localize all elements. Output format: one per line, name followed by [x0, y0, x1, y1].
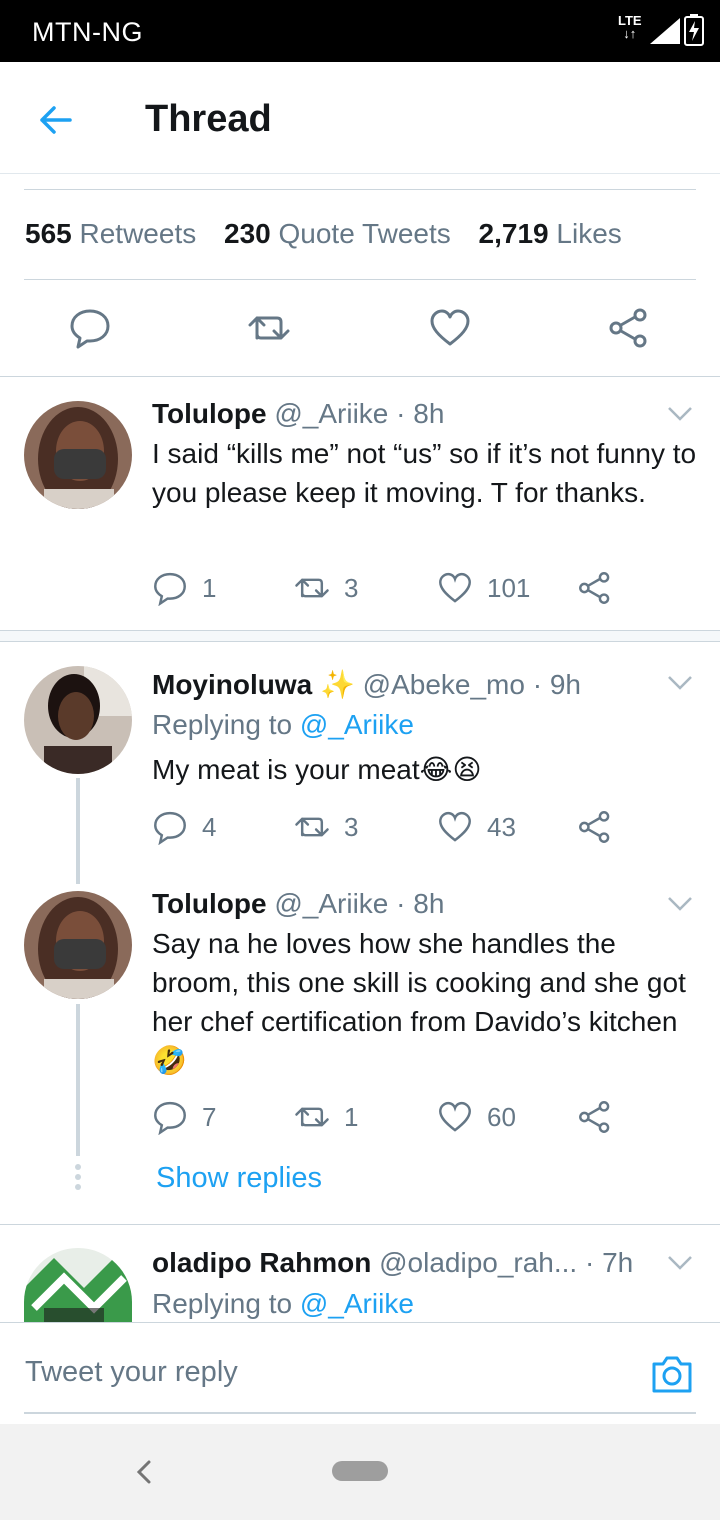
retweet-icon [295, 1107, 329, 1127]
tweet-header: oladipo Rahmon @oladipo_rah... · 7h [152, 1247, 633, 1279]
share-icon[interactable] [607, 306, 651, 350]
tweet-actions: 7 1 60 [152, 1097, 622, 1137]
user-handle[interactable]: @_Ariike [274, 398, 388, 429]
tweet-header: Tolulope @_Ariike · 8h [152, 398, 444, 430]
tweet-text: My meat is your meat😂😫 [152, 754, 482, 785]
like-heart-icon [439, 1101, 471, 1132]
signal-icon [650, 18, 680, 44]
display-name[interactable]: Moyinoluwa [152, 669, 312, 700]
like-count: 101 [487, 572, 531, 603]
share-button[interactable] [577, 568, 627, 608]
retweet-count: 3 [344, 811, 359, 842]
reply-button[interactable]: 4 [152, 807, 216, 847]
thread-line [76, 778, 80, 884]
share-icon [579, 572, 610, 604]
tweet-time: · 8h [396, 398, 445, 429]
reply-icon [154, 811, 186, 845]
tweet-header: Moyinoluwa ✨ @Abeke_mo · 9h [152, 668, 581, 701]
tweet-actions: 4 3 43 [152, 807, 622, 847]
replying-handle-link[interactable]: @_Ariike [300, 709, 414, 740]
show-replies-link[interactable]: Show replies [156, 1162, 322, 1195]
reply-button[interactable]: 1 [152, 568, 216, 608]
chevron-down-icon[interactable] [666, 674, 694, 692]
chevron-down-icon[interactable] [666, 1254, 694, 1272]
reply-count: 7 [202, 1101, 217, 1132]
retweet-button[interactable]: 3 [294, 807, 358, 847]
quote-tweets-stat[interactable]: 230 Quote Tweets [224, 218, 451, 249]
like-heart-icon[interactable] [428, 306, 472, 350]
like-heart-icon [439, 811, 471, 842]
reply-button[interactable]: 7 [152, 1097, 216, 1137]
replying-handle-link[interactable]: @_Ariike [300, 1288, 414, 1319]
retweet-button[interactable]: 3 [294, 568, 358, 608]
reply-underline [24, 1412, 696, 1414]
display-name[interactable]: oladipo Rahmon [152, 1247, 371, 1278]
tweet-time: · 9h [532, 669, 581, 700]
like-button[interactable]: 101 [437, 568, 530, 608]
retweet-icon [295, 578, 329, 598]
replying-to: Replying to @_Ariike [152, 1288, 414, 1319]
network-type: LTE ↓↑ [618, 13, 642, 41]
divider [24, 279, 696, 280]
user-handle[interactable]: @Abeke_mo [363, 669, 525, 700]
status-bar: MTN-NG LTE ↓↑ [0, 0, 720, 62]
display-name[interactable]: Tolulope [152, 888, 267, 919]
replying-to: Replying to @_Ariike [152, 709, 414, 740]
avatar[interactable] [24, 891, 132, 999]
reply-count: 1 [202, 572, 217, 603]
app-header [0, 62, 720, 174]
tweet-stats: 565 Retweets 230 Quote Tweets 2,719 Like… [25, 218, 622, 250]
reply-count: 4 [202, 811, 217, 842]
sparkles-emoji: ✨ [320, 669, 355, 700]
tweet-header: Tolulope @_Ariike · 8h [152, 888, 444, 920]
reply-icon [154, 572, 186, 606]
avatar[interactable] [24, 401, 132, 509]
like-button[interactable]: 43 [437, 807, 516, 847]
retweet-icon [295, 817, 329, 837]
divider [0, 1224, 720, 1225]
battery-charging-icon [684, 14, 704, 46]
chevron-down-icon[interactable] [666, 405, 694, 423]
retweets-stat[interactable]: 565 Retweets [25, 218, 196, 249]
thread-line [76, 1004, 80, 1156]
more-replies-dots [74, 1164, 82, 1194]
nav-home-pill[interactable] [332, 1461, 388, 1481]
retweet-button[interactable]: 1 [294, 1097, 358, 1137]
like-count: 43 [487, 811, 516, 842]
retweet-count: 3 [344, 572, 359, 603]
share-icon [579, 1101, 610, 1133]
likes-stat[interactable]: 2,719 Likes [479, 218, 622, 249]
tweet-actions: 1 3 101 [152, 568, 622, 608]
like-button[interactable]: 60 [437, 1097, 516, 1137]
tweet-text: I said “kills me” not “us” so if it’s no… [152, 438, 697, 508]
share-icon [579, 811, 610, 843]
chevron-down-icon[interactable] [666, 895, 694, 913]
divider [24, 189, 696, 190]
section-divider [0, 630, 720, 642]
user-handle[interactable]: @oladipo_rah... [379, 1247, 577, 1278]
avatar[interactable] [24, 1248, 132, 1322]
carrier-label: MTN-NG [32, 17, 143, 47]
tweet-time: · 8h [396, 888, 445, 919]
retweet-icon[interactable] [247, 306, 291, 350]
like-count: 60 [487, 1101, 516, 1132]
nav-back-icon[interactable] [134, 1458, 154, 1486]
avatar[interactable] [24, 666, 132, 774]
reply-input[interactable]: Tweet your reply [25, 1356, 238, 1389]
user-handle[interactable]: @_Ariike [274, 888, 388, 919]
tweet-time: · 7h [585, 1247, 634, 1278]
back-arrow-icon[interactable] [36, 100, 76, 140]
display-name[interactable]: Tolulope [152, 398, 267, 429]
camera-icon[interactable] [650, 1354, 694, 1394]
divider [0, 376, 720, 377]
page-title: Thread [145, 98, 272, 140]
retweet-count: 1 [344, 1101, 359, 1132]
share-button[interactable] [577, 807, 627, 847]
like-heart-icon [439, 572, 471, 603]
tweet-text: Say na he loves how she handles the broo… [152, 928, 686, 1076]
share-button[interactable] [577, 1097, 627, 1137]
reply-icon[interactable] [68, 306, 112, 350]
reply-icon [154, 1101, 186, 1135]
